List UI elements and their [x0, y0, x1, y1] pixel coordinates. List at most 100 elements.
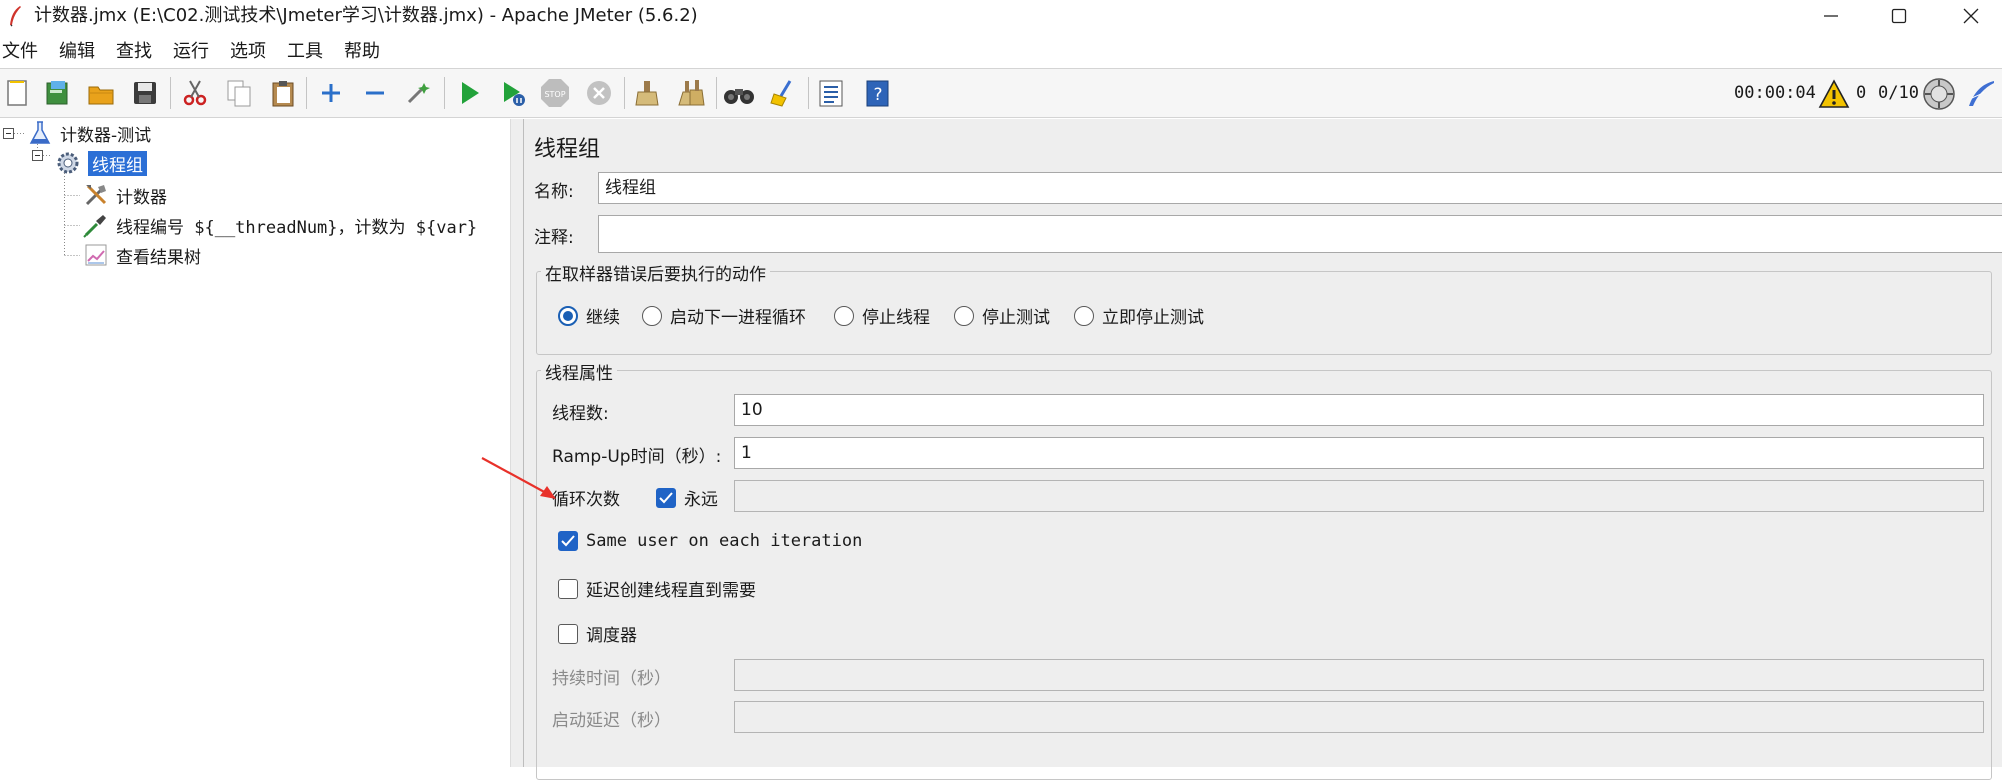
save-floppy-icon — [134, 82, 156, 104]
start-button[interactable] — [452, 76, 486, 110]
tree-item-test-plan[interactable]: 计数器-测试 — [26, 119, 151, 147]
toolbar-separator — [624, 77, 625, 109]
radio-label: 停止测试 — [982, 308, 1050, 328]
clear-button[interactable] — [630, 76, 664, 110]
duration-field[interactable] — [734, 659, 1984, 691]
duration-label: 持续时间（秒） — [552, 669, 671, 689]
help-button[interactable]: ? — [860, 76, 894, 110]
radio-label: 继续 — [586, 308, 620, 328]
new-file-icon — [7, 80, 27, 106]
menu-help[interactable]: 帮助 — [334, 36, 390, 68]
tree-item-sampler[interactable]: 线程编号 ${__threadNum}，计数为 ${var} — [82, 211, 477, 239]
templates-button[interactable] — [40, 76, 74, 110]
menu-run[interactable]: 运行 — [163, 36, 219, 68]
new-button[interactable] — [0, 76, 34, 110]
function-helper-button[interactable] — [814, 76, 848, 110]
threads-field[interactable]: 10 — [734, 394, 1984, 426]
shutdown-button[interactable] — [582, 76, 616, 110]
checkbox-label: 调度器 — [586, 626, 637, 646]
menu-options[interactable]: 选项 — [220, 36, 276, 68]
clear-all-button[interactable] — [674, 76, 708, 110]
loop-count-label: 循环次数 — [552, 490, 620, 510]
radio-label: 启动下一进程循环 — [670, 308, 806, 328]
copy-button[interactable] — [222, 76, 256, 110]
tree-item-label: 线程编号 ${__threadNum}，计数为 ${var} — [116, 217, 478, 238]
title-bar: 计数器.jmx (E:\C02.测试技术\Jmeter学习\计数器.jmx) -… — [0, 0, 2002, 32]
startup-delay-field[interactable] — [734, 701, 1984, 733]
menu-tools[interactable]: 工具 — [277, 36, 333, 68]
scheduler-checkbox[interactable]: 调度器 — [558, 621, 637, 646]
jmeter-feather-icon — [10, 6, 21, 27]
radio-stop-test[interactable]: 停止测试 — [954, 303, 1050, 328]
radio-stop-test-now[interactable]: 立即停止测试 — [1074, 303, 1204, 328]
log-viewer-feather-icon[interactable] — [1964, 78, 1998, 110]
open-button[interactable] — [84, 76, 118, 110]
play-no-pause-icon — [504, 82, 525, 106]
sampler-pipette-icon — [82, 211, 110, 239]
same-user-checkbox[interactable]: Same user on each iteration — [558, 531, 862, 551]
maximize-button[interactable] — [1868, 0, 1930, 32]
tree-item-label: 查看结果树 — [116, 247, 201, 268]
thread-group-gear-icon — [54, 149, 82, 177]
checkmark-icon — [561, 535, 575, 547]
toggle-button[interactable] — [402, 76, 436, 110]
tree-item-view-results-tree[interactable]: 查看结果树 — [82, 241, 201, 269]
menu-edit[interactable]: 编辑 — [49, 36, 105, 68]
toolbar-separator — [170, 77, 171, 109]
elapsed-timer: 00:00:04 — [1734, 83, 1816, 103]
checkbox-unchecked — [558, 623, 578, 644]
paste-clipboard-icon — [272, 81, 294, 107]
minus-icon — [366, 91, 384, 95]
tree-item-counter[interactable]: 计数器 — [82, 181, 167, 209]
close-button[interactable] — [1940, 0, 2002, 32]
start-no-pauses-button[interactable] — [496, 76, 530, 110]
radio-stop-thread[interactable]: 停止线程 — [834, 303, 930, 328]
tree-item-label: 计数器 — [116, 187, 167, 208]
window-title: 计数器.jmx (E:\C02.测试技术\Jmeter学习\计数器.jmx) -… — [34, 5, 698, 26]
forever-checkbox[interactable]: 永远 — [656, 485, 718, 510]
name-label: 名称: — [534, 182, 574, 202]
result-tree-chart-icon — [82, 241, 110, 269]
expand-all-button[interactable] — [314, 76, 348, 110]
minimize-button[interactable] — [1800, 0, 1862, 32]
cut-button[interactable] — [178, 76, 212, 110]
save-button[interactable] — [128, 76, 162, 110]
stop-button[interactable]: STOP — [538, 76, 572, 110]
active-threads-count: 0/10 — [1878, 83, 1919, 103]
loop-count-field[interactable] — [734, 480, 1984, 512]
function-list-icon — [819, 80, 843, 107]
name-field[interactable]: 线程组 — [598, 172, 2002, 204]
checkbox-label: Same user on each iteration — [586, 531, 863, 551]
svg-text:?: ? — [873, 85, 882, 105]
thread-group-panel: 线程组 名称: 线程组 注释: 在取样器错误后要执行的动作 继续 启动下一进程循… — [524, 119, 2002, 780]
paste-button[interactable] — [266, 76, 300, 110]
warning-icon[interactable] — [1818, 79, 1850, 109]
checkbox-label: 永远 — [684, 490, 718, 510]
maximize-icon — [1891, 8, 1907, 24]
radio-continue[interactable]: 继续 — [558, 303, 620, 328]
collapse-all-button[interactable] — [358, 76, 392, 110]
search-button[interactable] — [722, 76, 756, 110]
delay-thread-creation-checkbox[interactable]: 延迟创建线程直到需要 — [558, 576, 756, 601]
rampup-field[interactable]: 1 — [734, 437, 1984, 469]
group-title: 线程属性 — [541, 359, 617, 384]
checkbox-checked — [558, 531, 578, 551]
radio-circle-selected — [558, 305, 578, 326]
toolbar: STOP ? 00:00:04 0 0/10 — [0, 68, 2002, 118]
tree-item-thread-group[interactable]: 线程组 — [54, 149, 147, 177]
reset-search-button[interactable] — [766, 76, 800, 110]
reset-search-broom-icon — [770, 80, 792, 107]
comment-field[interactable] — [598, 215, 2002, 253]
menu-search[interactable]: 查找 — [106, 36, 162, 68]
stop-icon: STOP — [541, 79, 569, 107]
radio-start-next-loop[interactable]: 启动下一进程循环 — [642, 303, 806, 328]
split-pane-divider[interactable] — [510, 119, 524, 767]
checkbox-checked — [656, 487, 676, 508]
radio-label: 停止线程 — [862, 308, 930, 328]
tree-item-label: 线程组 — [88, 150, 147, 176]
tree-item-label: 计数器-测试 — [60, 125, 152, 146]
annotation-arrow-icon — [481, 457, 556, 499]
menu-bar: 文件 编辑 查找 运行 选项 工具 帮助 — [0, 36, 391, 68]
menu-file[interactable]: 文件 — [0, 36, 48, 68]
counter-tools-icon — [82, 181, 110, 209]
